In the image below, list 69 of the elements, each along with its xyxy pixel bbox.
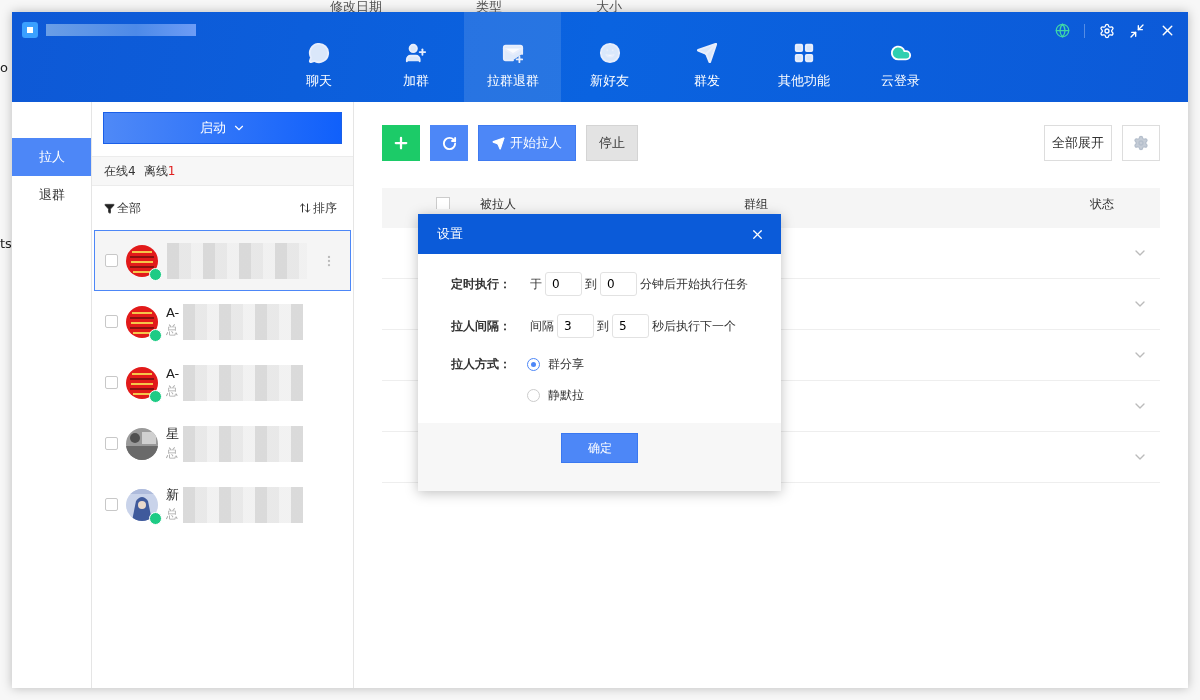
checkbox[interactable] — [105, 254, 118, 267]
offline-count: 离线1 — [143, 162, 176, 180]
field-text: 到 — [597, 317, 609, 335]
refresh-button[interactable] — [430, 125, 468, 161]
send-icon — [695, 42, 718, 64]
number-field[interactable]: 3 — [557, 314, 594, 338]
contact-name: A- — [166, 304, 180, 320]
column-header: 被拉人 — [480, 197, 517, 211]
stop-button[interactable]: 停止 — [586, 125, 638, 161]
grid-icon — [792, 42, 815, 64]
chat-icon — [307, 42, 330, 64]
smile-icon — [598, 42, 621, 64]
radio-option[interactable]: 群分享 — [527, 356, 584, 373]
field-label: 拉人间隔： — [451, 317, 512, 335]
contact-row[interactable] — [94, 230, 351, 291]
settings-icon[interactable] — [1099, 22, 1115, 39]
nav-tab[interactable]: 聊天 — [270, 12, 367, 102]
plus-icon — [392, 134, 410, 152]
nav-tab[interactable]: 群发 — [658, 12, 755, 102]
checkbox[interactable] — [105, 498, 118, 511]
column-header: 群组 — [744, 197, 769, 211]
contact-subtitle: 总 — [166, 506, 179, 523]
number-field[interactable]: 0 — [600, 272, 637, 296]
nav-tab[interactable]: 云登录 — [852, 12, 949, 102]
radio-option[interactable]: 静默拉 — [527, 387, 584, 404]
number-field[interactable]: 0 — [545, 272, 582, 296]
contact-subtitle: 总 — [166, 382, 179, 400]
checkbox[interactable] — [105, 437, 118, 450]
filter-control[interactable]: 全部 — [104, 199, 141, 217]
number-field[interactable]: 5 — [612, 314, 649, 338]
globe-icon[interactable] — [1055, 23, 1070, 38]
field-text: 到 — [585, 275, 597, 293]
field-text: 间隔 — [530, 317, 554, 335]
field-text: 秒后执行下一个 — [652, 317, 736, 335]
start-button[interactable]: 启动 — [103, 112, 342, 144]
field-label: 拉人方式： — [451, 356, 512, 373]
field-text: 分钟后开始执行任务 — [640, 275, 748, 293]
field-label: 定时执行： — [451, 275, 512, 293]
refresh-icon — [441, 135, 457, 151]
checkbox[interactable] — [436, 197, 450, 209]
mail-icon — [501, 42, 524, 64]
settings-button[interactable] — [1122, 125, 1160, 161]
logo-icon — [22, 22, 38, 38]
add-button[interactable] — [382, 125, 420, 161]
sort-icon — [299, 202, 311, 214]
expand-all-button[interactable]: 全部展开 — [1044, 125, 1112, 161]
checkbox[interactable] — [105, 376, 118, 389]
field-text: 于 — [530, 275, 542, 293]
gear-icon — [1133, 135, 1149, 151]
checkbox[interactable] — [105, 315, 118, 328]
contact-name: 星 — [166, 425, 179, 443]
contact-name: A- — [166, 365, 180, 381]
nav-tab[interactable]: 其他功能 — [755, 12, 852, 102]
restore-icon[interactable] — [1129, 22, 1145, 39]
nav-tab[interactable]: 拉群退群 — [464, 12, 561, 102]
nav-tab[interactable]: 加群 — [367, 12, 464, 102]
background-text: ts — [0, 236, 12, 251]
sort-control[interactable]: 排序 — [299, 199, 337, 217]
online-count: 在线4 — [104, 162, 136, 180]
contact-subtitle: 总 — [166, 445, 179, 462]
contact-subtitle: 总 — [166, 321, 179, 339]
filter-icon — [104, 202, 115, 214]
add-icon — [404, 42, 427, 64]
column-header: 状态 — [1090, 197, 1115, 211]
send-icon — [492, 136, 505, 150]
dialog-title: 设置 — [437, 225, 463, 243]
contact-name: 新 — [166, 486, 179, 504]
side-menu-item[interactable]: 退群 — [12, 176, 91, 214]
background-text: o — [0, 60, 8, 75]
